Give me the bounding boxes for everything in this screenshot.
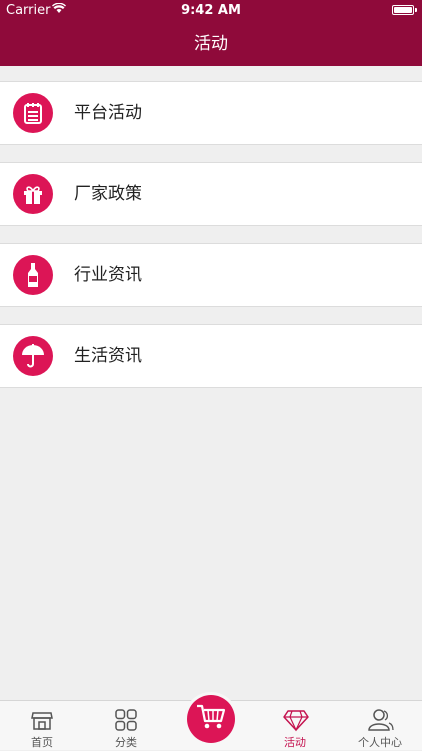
tab-bar: 首页 分类 活动 个人中心: [0, 695, 422, 751]
diamond-icon: [283, 708, 309, 732]
page-title: 活动: [194, 34, 228, 54]
user-icon: [368, 708, 394, 732]
tab-label: 首页: [31, 736, 53, 749]
tab-category[interactable]: 分类: [84, 701, 168, 751]
tab-profile[interactable]: 个人中心: [338, 701, 422, 751]
tab-home[interactable]: 首页: [0, 701, 84, 751]
notepad-icon: [13, 93, 53, 133]
menu-item-industry-news[interactable]: 行业资讯: [0, 243, 422, 307]
tab-label: 个人中心: [358, 736, 402, 749]
umbrella-icon: [13, 336, 53, 376]
tab-label: 活动: [284, 736, 306, 749]
menu-item-platform-activities[interactable]: 平台活动: [0, 81, 422, 145]
menu-item-manufacturer-policy[interactable]: 厂家政策: [0, 162, 422, 226]
grid-icon: [114, 708, 138, 732]
bottle-icon: [13, 255, 53, 295]
tab-label: 分类: [115, 736, 137, 749]
cart-icon: [196, 703, 226, 735]
shop-icon: [30, 708, 54, 732]
tab-activities[interactable]: 活动: [253, 701, 337, 751]
clock: 9:42 AM: [181, 3, 241, 18]
battery-icon: [392, 5, 417, 15]
menu-item-label: 行业资讯: [74, 265, 142, 285]
menu-item-label: 厂家政策: [74, 184, 142, 204]
gift-icon: [13, 174, 53, 214]
menu-item-lifestyle-news[interactable]: 生活资讯: [0, 324, 422, 388]
cart-button[interactable]: [187, 695, 235, 743]
menu-item-label: 平台活动: [74, 103, 142, 123]
nav-bar: 活动: [0, 22, 422, 66]
status-bar: Carrier 9:42 AM: [0, 0, 422, 22]
menu-item-label: 生活资讯: [74, 346, 142, 366]
